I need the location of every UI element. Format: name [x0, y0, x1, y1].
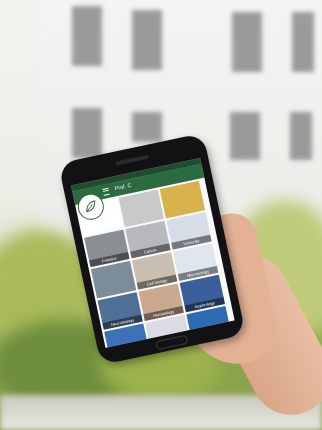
background-window: [132, 10, 162, 70]
phone-speaker: [115, 154, 150, 166]
topic-tile-label: Infections: [108, 345, 150, 348]
background-window: [232, 12, 262, 72]
photo-scene: Prof. C Proteins Cancer Immunity Cell biolo…: [0, 0, 322, 430]
background-window: [72, 108, 102, 158]
background-window: [290, 112, 312, 160]
phone-screen: Prof. C Proteins Cancer Immunity Cell biolo…: [71, 158, 235, 348]
background-window: [72, 6, 102, 66]
background-window: [292, 12, 314, 72]
app-title: Prof. C: [114, 182, 133, 193]
background-window: [132, 112, 162, 142]
topic-tile[interactable]: Vaccines: [186, 305, 232, 344]
menu-icon[interactable]: [102, 187, 110, 196]
background-window: [230, 112, 260, 160]
leaf-logo-icon: [86, 200, 96, 213]
